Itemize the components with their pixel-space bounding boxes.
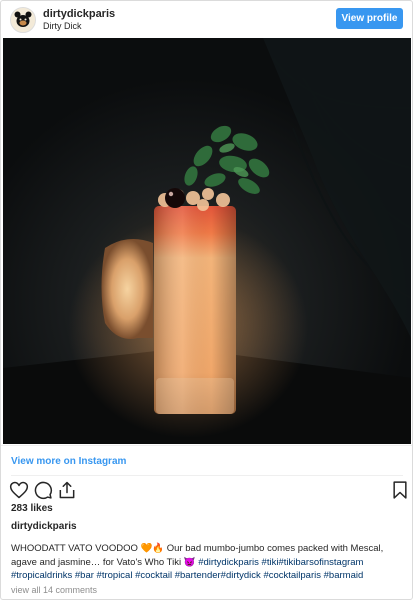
heart-icon[interactable] [9,480,29,500]
hashtag[interactable]: #dirtydick [221,570,261,581]
hashtag[interactable]: #bartender [175,570,221,581]
hashtag[interactable]: #tropical [97,570,133,581]
hashtag[interactable]: #tiki [262,557,279,568]
caption-username[interactable]: dirtydickparis [11,521,77,532]
hashtag[interactable]: #tropicaldrinks [11,570,72,581]
view-more-link[interactable]: View more on Instagram [11,456,126,467]
divider [11,475,403,476]
divider [1,445,412,446]
hashtag[interactable]: #cocktailparis [263,570,321,581]
bookmark-icon[interactable] [390,480,410,500]
hashtag[interactable]: #tikibarsofinstagram [278,557,363,568]
comment-icon[interactable] [33,480,53,500]
header-username[interactable]: dirtydickparis [43,8,115,21]
post-header: dirtydickparis Dirty Dick View profile [1,1,412,38]
caption-text: WHOODATT VATO VOODOO 🧡🔥 Our bad mumbo-ju… [11,542,403,583]
hashtag[interactable]: #dirtydickparis [198,557,259,568]
post-photo[interactable] [3,38,411,444]
hashtag[interactable]: #cocktail [135,570,172,581]
instagram-embed-card: dirtydickparis Dirty Dick View profile V… [0,0,413,600]
header-display-name: Dirty Dick [43,21,82,31]
view-comments-link[interactable]: view all 14 comments [11,585,97,595]
avatar-logo-icon [11,8,35,32]
share-icon[interactable] [57,480,77,500]
hashtag[interactable]: #barmaid [324,570,364,581]
view-profile-button[interactable]: View profile [336,8,403,29]
avatar[interactable] [10,7,36,33]
likes-count[interactable]: 283 likes [11,503,53,514]
hashtag[interactable]: #bar [75,570,94,581]
